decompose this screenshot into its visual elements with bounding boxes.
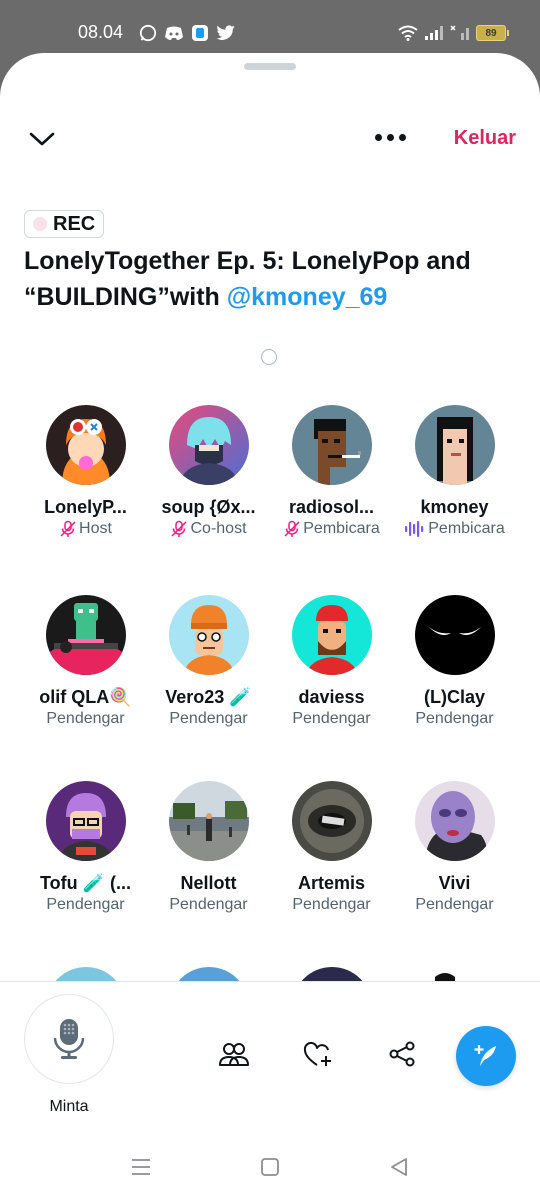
participant-role: Pendengar [24,896,147,914]
role-label: Pembicara [428,520,505,537]
participant-role: Pembicara [270,520,393,538]
avatar [45,781,126,861]
avatar [291,405,372,485]
avatar [414,595,495,675]
avatar [168,595,249,675]
feather-plus-icon [474,1045,496,1066]
role-label: Pendengar [415,710,494,727]
more-options-icon[interactable] [372,125,408,149]
participant-role: Pendengar [147,710,270,728]
role-label: Pendengar [46,710,125,727]
participant[interactable]: daviess Pendengar [270,595,393,728]
avatar [414,781,495,861]
participant[interactable]: soup {Øx... Co-host [147,405,270,538]
mic-off-icon [284,520,300,537]
role-label: Pendengar [415,896,494,913]
participant-name: daviess [298,687,365,707]
role-label: Pendengar [169,710,248,727]
participant-name: Nellott [180,873,237,893]
participant-name: Vero23 🧪 [165,687,252,707]
participant[interactable]: radiosol... Pembicara [270,405,393,538]
participant[interactable]: Vero23 🧪 Pendengar [147,595,270,728]
participant-role: Pendengar [393,896,516,914]
space-title: LonelyTogether Ep. 5: LonelyPop and “BUI… [24,243,519,315]
recording-badge: REC [24,210,105,238]
role-label: Host [79,520,112,537]
compose-tweet-button[interactable] [456,1026,516,1086]
microphone-icon [53,1019,85,1059]
recording-label: REC [53,212,96,235]
avatar [414,405,495,485]
system-nav-bar [0,1138,540,1200]
drag-handle[interactable] [244,63,296,70]
role-label: Pendengar [292,896,371,913]
app-icon [190,23,210,43]
participant-role: Host [24,520,147,538]
status-time: 08.04 [78,22,124,42]
participant[interactable]: kmoney Pembicara [393,405,516,538]
request-mic-button[interactable] [24,994,114,1084]
role-label: Pembicara [303,520,380,537]
participant-name: Tofu 🧪 (... [39,873,132,893]
role-label: Pendengar [292,710,371,727]
recent-apps-icon[interactable] [130,1156,154,1180]
chevron-down-icon[interactable] [28,125,56,153]
discord-icon [164,23,184,43]
participant-role: Pendengar [24,710,147,728]
share-icon[interactable] [384,1036,420,1072]
notification-icons [138,23,236,43]
mic-off-icon [171,520,188,537]
space-sheet: Keluar REC LonelyTogether Ep. 5: LonelyP… [0,53,540,1200]
loading-indicator [261,349,277,365]
participant[interactable]: (L)Clay Pendengar [393,595,516,728]
mic-off-icon [60,520,76,537]
host-mention-link[interactable]: @kmoney_69 [227,283,388,311]
participant-name: olif QLA🍭 [39,687,132,707]
participant[interactable]: Artemis Pendengar [270,781,393,914]
signal-icon [424,23,444,43]
avatar [168,781,249,861]
participant-name: Vivi [438,873,471,893]
role-label: Pendengar [46,896,125,913]
whatsapp-icon [138,23,158,43]
request-label: Minta [49,1098,89,1115]
role-label: Co-host [190,520,247,537]
participant[interactable]: olif QLA🍭 Pendengar [24,595,147,728]
twitter-icon [216,23,236,43]
recording-dot-icon [33,217,47,231]
participant-role: Pembicara [393,520,516,538]
participant[interactable]: LonelyP... Host [24,405,147,538]
avatar [168,405,249,485]
wifi-icon [398,23,418,43]
participant-role: Co-host [147,520,270,538]
participant-name: soup {Øx... [161,497,256,517]
system-icons: 89 [398,23,509,43]
participant-name: LonelyP... [44,497,127,517]
role-label: Pendengar [169,896,248,913]
participant-role: Pendengar [393,710,516,728]
avatar [45,405,126,485]
participant-role: Pendengar [270,710,393,728]
participant-name: kmoney [420,497,489,517]
heart-plus-icon[interactable] [300,1036,336,1072]
participant-role: Pendengar [147,896,270,914]
participant-name: (L)Clay [423,687,485,707]
speaking-icon [405,521,424,537]
people-icon[interactable] [216,1036,252,1072]
participant[interactable]: Nellott Pendengar [147,781,270,914]
avatar [291,781,372,861]
participant-name: Artemis [297,873,366,893]
home-icon[interactable] [259,1156,283,1180]
participant-name: radiosol... [288,497,375,517]
signal-no-service-icon [450,23,470,43]
avatar [291,595,372,675]
back-icon[interactable] [388,1156,412,1180]
avatar [45,595,126,675]
battery-indicator: 89 [476,25,509,41]
leave-button[interactable]: Keluar [454,127,516,150]
participant-role: Pendengar [270,896,393,914]
participant[interactable]: Vivi Pendengar [393,781,516,914]
participant[interactable]: Tofu 🧪 (... Pendengar [24,781,147,914]
